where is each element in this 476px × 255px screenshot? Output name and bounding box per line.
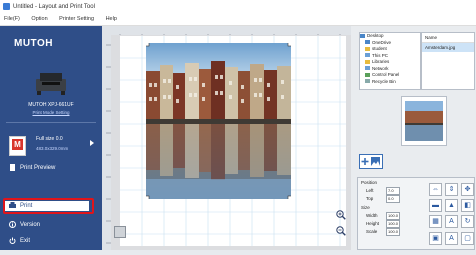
nav-label: Print Preview (20, 165, 56, 171)
align-vertical-icon[interactable]: ⇕ (445, 183, 458, 196)
print-mode-link[interactable]: Print Mode Setting (0, 110, 102, 115)
menu-help[interactable]: Help (106, 16, 117, 22)
tree-item[interactable]: Recycle Bin (360, 79, 420, 86)
printer-icon (36, 73, 66, 95)
zoom-in-icon[interactable] (336, 210, 346, 220)
nav-exit[interactable]: Exit (9, 236, 30, 247)
power-icon (9, 237, 16, 244)
sidebar: MUTOH MUTOH XPJ-661UF Print Mode Setting… (0, 26, 102, 250)
height-label: Height (366, 221, 380, 226)
recycle-bin-icon (365, 79, 370, 84)
brand-logo: MUTOH (14, 38, 53, 49)
text-icon[interactable]: A (445, 215, 458, 228)
nav-print-preview[interactable]: Print Preview (9, 163, 55, 174)
add-image-icon (361, 157, 380, 166)
desktop-icon (360, 33, 365, 38)
left-label: Left (366, 188, 374, 193)
printer-name: MUTOH XPJ-661UF (28, 102, 74, 108)
center-icon[interactable]: ✥ (461, 183, 474, 196)
folder-tree[interactable]: Desktop OneDrive student This PC Librari… (359, 32, 421, 90)
font-icon[interactable]: A (445, 232, 458, 245)
media-name: Full size 0.0 (36, 136, 63, 142)
position-label: Position (361, 180, 378, 185)
menu-file[interactable]: File(F) (4, 16, 20, 22)
right-panel: Desktop OneDrive student This PC Librari… (351, 26, 476, 250)
chevron-right-icon[interactable] (90, 140, 94, 146)
folder-icon (365, 46, 370, 51)
left-field[interactable]: 7.0 (386, 187, 400, 195)
menu-printer-setting[interactable]: Printer Setting (59, 16, 94, 22)
control-panel-icon (365, 72, 370, 77)
nav-label: Exit (20, 238, 31, 244)
width-label: Width (366, 213, 378, 218)
scale-label: Scale (366, 229, 378, 234)
file-list-item[interactable]: Amsterdam.jpg (422, 43, 474, 52)
top-label: Top (366, 196, 374, 201)
image-thumbnail[interactable] (401, 96, 447, 146)
media-size: 483.0x329.0mm (36, 146, 69, 151)
size-label: Size (361, 205, 370, 210)
menu-bar: File(F) Option Printer Setting Help (0, 14, 476, 26)
ruler-ticks-v (106, 44, 111, 244)
file-list[interactable]: Name Amsterdam.jpg (421, 32, 475, 90)
file-list-header: Name (422, 33, 474, 43)
add-image-button[interactable] (359, 154, 383, 169)
nav-label: Version (20, 222, 41, 228)
nav-version[interactable]: Version (9, 220, 40, 231)
top-field[interactable]: 0.0 (386, 195, 400, 203)
info-icon (9, 220, 16, 228)
width-field[interactable]: 100.0 (386, 212, 400, 220)
image-fit-icon[interactable]: ▲ (445, 199, 458, 212)
menu-option[interactable]: Option (31, 16, 47, 22)
rotate-icon[interactable]: ↻ (461, 215, 474, 228)
placed-image[interactable] (146, 43, 291, 199)
scale-field[interactable]: 100.0 (386, 228, 400, 236)
title-bar: Untitled - Layout and Print Tool (0, 0, 476, 14)
divider (6, 122, 96, 123)
align-horizontal-icon[interactable]: ⇔ (429, 183, 442, 196)
preview-thumbnail-button[interactable] (114, 226, 126, 238)
window-title: Untitled - Layout and Print Tool (13, 4, 95, 10)
flip-icon[interactable]: ◧ (461, 199, 474, 212)
height-field[interactable]: 100.0 (386, 220, 400, 228)
media-icon[interactable]: M (9, 136, 26, 156)
crop-icon[interactable]: ▦ (429, 215, 442, 228)
zoom-out-icon[interactable] (336, 226, 346, 236)
print-highlight (3, 198, 94, 214)
frame-icon[interactable]: ▢ (461, 232, 474, 245)
cloud-icon (365, 40, 370, 45)
computer-icon (365, 53, 370, 58)
app-icon (3, 3, 10, 10)
fit-width-icon[interactable]: ▬ (429, 199, 442, 212)
preview-icon (10, 163, 15, 171)
properties-panel: Position Left 7.0 Top 0.0 Size Width 100… (357, 177, 475, 250)
layout-icon[interactable]: ▣ (429, 232, 442, 245)
network-icon (365, 66, 370, 71)
folder-icon (365, 59, 370, 64)
